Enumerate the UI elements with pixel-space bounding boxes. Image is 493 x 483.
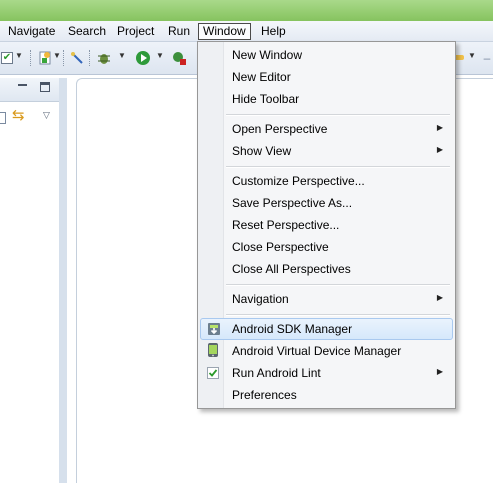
menu-item-customize-perspective[interactable]: Customize Perspective... bbox=[200, 170, 453, 192]
menu-item-open-perspective[interactable]: Open Perspective ▶ bbox=[200, 118, 453, 140]
toggle-icon[interactable] bbox=[69, 50, 85, 66]
maximize-icon[interactable] bbox=[40, 82, 50, 92]
submenu-arrow-icon: ▶ bbox=[436, 145, 443, 154]
submenu-arrow-icon: ▶ bbox=[436, 367, 443, 376]
checkbox-icon[interactable]: ✔ bbox=[1, 52, 13, 64]
menu-item-android-virtual-device-manager[interactable]: Android Virtual Device Manager bbox=[200, 340, 453, 362]
menu-item-label: Android Virtual Device Manager bbox=[232, 344, 402, 358]
menu-item-run-android-lint[interactable]: Run Android Lint ▶ bbox=[200, 362, 453, 384]
view-menu-icon[interactable]: ▽ bbox=[43, 110, 50, 121]
menu-window[interactable]: Window bbox=[198, 23, 251, 40]
menu-item-preferences[interactable]: Preferences bbox=[200, 384, 453, 406]
submenu-arrow-icon: ▶ bbox=[436, 123, 443, 132]
toolbar-separator bbox=[30, 50, 31, 66]
android-avd-icon bbox=[206, 343, 220, 357]
menu-navigate[interactable]: Navigate bbox=[4, 23, 59, 40]
more-icon[interactable]: – bbox=[482, 50, 492, 66]
chevron-down-icon[interactable]: ▼ bbox=[468, 51, 476, 60]
menu-item-label: Close All Perspectives bbox=[232, 262, 351, 276]
menu-item-android-sdk-manager[interactable]: Android SDK Manager bbox=[200, 318, 453, 340]
menu-help[interactable]: Help bbox=[257, 23, 290, 40]
menu-search[interactable]: Search bbox=[64, 23, 110, 40]
menu-separator bbox=[226, 166, 450, 168]
menu-item-label: Show View bbox=[232, 144, 292, 158]
menu-item-new-window[interactable]: New Window bbox=[200, 44, 453, 66]
menu-item-label: New Window bbox=[232, 48, 303, 62]
menu-item-navigation[interactable]: Navigation ▶ bbox=[200, 288, 453, 310]
menu-separator bbox=[226, 114, 450, 116]
menu-project[interactable]: Project bbox=[113, 23, 158, 40]
chevron-down-icon[interactable]: ▼ bbox=[118, 51, 126, 60]
collapse-icon[interactable] bbox=[0, 112, 6, 124]
menu-item-close-perspective[interactable]: Close Perspective bbox=[200, 236, 453, 258]
menu-run[interactable]: Run bbox=[164, 23, 194, 40]
menu-item-show-view[interactable]: Show View ▶ bbox=[200, 140, 453, 162]
menu-item-close-all-perspectives[interactable]: Close All Perspectives bbox=[200, 258, 453, 280]
new-class-icon[interactable] bbox=[38, 50, 52, 66]
menu-item-hide-toolbar[interactable]: Hide Toolbar bbox=[200, 88, 453, 110]
checkmark-icon bbox=[207, 367, 219, 379]
menu-item-label: Reset Perspective... bbox=[232, 218, 340, 232]
menu-item-label: New Editor bbox=[232, 70, 291, 84]
external-tool-icon[interactable] bbox=[171, 50, 187, 66]
left-view-panel: ⇆ ▽ bbox=[0, 78, 67, 483]
chevron-down-icon[interactable]: ▼ bbox=[53, 51, 61, 60]
menu-item-label: Customize Perspective... bbox=[232, 174, 365, 188]
menu-item-label: Hide Toolbar bbox=[232, 92, 300, 106]
menu-item-save-perspective-as[interactable]: Save Perspective As... bbox=[200, 192, 453, 214]
window-title-bar bbox=[0, 0, 493, 21]
menu-separator bbox=[226, 284, 450, 286]
menu-item-label: Close Perspective bbox=[232, 240, 329, 254]
menu-item-label: Save Perspective As... bbox=[232, 196, 353, 210]
chevron-down-icon[interactable]: ▼ bbox=[15, 51, 23, 60]
chevron-down-icon[interactable]: ▼ bbox=[156, 51, 164, 60]
menu-item-label: Open Perspective bbox=[232, 122, 328, 136]
menu-item-label: Android SDK Manager bbox=[232, 322, 353, 336]
submenu-arrow-icon: ▶ bbox=[436, 293, 443, 302]
window-menu-dropdown: New Window New Editor Hide Toolbar Open … bbox=[197, 41, 456, 409]
debug-icon[interactable] bbox=[96, 50, 112, 66]
menu-item-new-editor[interactable]: New Editor bbox=[200, 66, 453, 88]
menu-item-label: Run Android Lint bbox=[232, 366, 321, 380]
run-icon[interactable] bbox=[135, 50, 151, 66]
menu-separator bbox=[226, 314, 450, 316]
menu-item-label: Navigation bbox=[232, 292, 289, 306]
menu-item-label: Preferences bbox=[232, 388, 297, 402]
menu-bar: Navigate Search Project Run Window Help bbox=[0, 21, 493, 42]
android-sdk-icon bbox=[207, 322, 221, 336]
toolbar-separator bbox=[63, 50, 64, 66]
toolbar-separator bbox=[89, 50, 90, 66]
menu-item-reset-perspective[interactable]: Reset Perspective... bbox=[200, 214, 453, 236]
link-editor-icon[interactable]: ⇆ bbox=[12, 108, 25, 124]
minimize-icon[interactable] bbox=[18, 84, 27, 86]
left-view-header bbox=[0, 78, 59, 102]
